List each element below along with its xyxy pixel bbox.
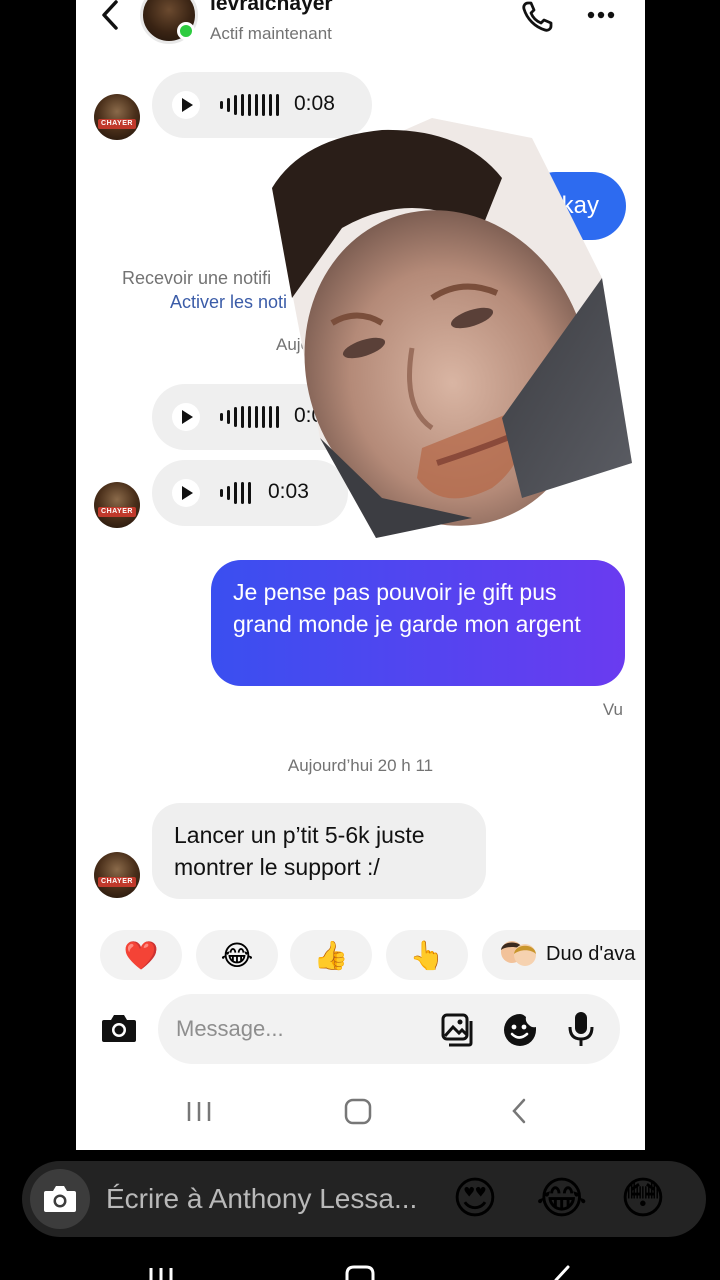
message-composer — [158, 994, 620, 1064]
more-options-icon[interactable] — [584, 4, 618, 26]
thumbs-up-emoji: 👍 — [313, 939, 349, 971]
outer-back-icon[interactable] — [548, 1262, 572, 1280]
back-arrow-icon[interactable] — [96, 0, 126, 32]
heart-eyes-emoji-button[interactable]: 😍 — [452, 1173, 504, 1225]
quick-reactions-row: ❤️ 😂 👍 👆 Duo d'ava — [100, 930, 645, 982]
message-input[interactable] — [176, 1012, 426, 1046]
face-sticker-image — [272, 118, 632, 538]
sender-avatar[interactable]: CHAYER — [94, 852, 140, 898]
sender-avatar[interactable]: CHAYER — [94, 94, 140, 140]
contact-status: Actif maintenant — [210, 24, 332, 43]
camera-icon — [44, 1186, 76, 1212]
outer-home-icon[interactable] — [344, 1262, 376, 1280]
heart-emoji: ❤️ — [123, 939, 159, 971]
pointing-up-emoji: 👆 — [409, 939, 445, 971]
voice-duration: 0:08 — [294, 92, 335, 115]
duo-avatar-label: Duo d'ava — [546, 943, 636, 965]
reaction-thumbs-up[interactable]: 👍 — [290, 930, 372, 980]
seen-indicator: Vu — [602, 700, 623, 719]
reaction-laugh[interactable]: 😂 — [196, 930, 278, 980]
home-icon[interactable] — [342, 1095, 374, 1127]
avatar-badge-text: CHAYER — [98, 507, 136, 517]
avatar-badge-text: CHAYER — [98, 119, 136, 129]
duo-avatar-icon — [501, 941, 536, 966]
play-icon[interactable] — [172, 403, 200, 431]
waveform — [220, 482, 251, 504]
reaction-point-up[interactable]: 👆 — [386, 930, 468, 980]
contact-username[interactable]: levraichayer — [210, 0, 333, 16]
story-reply-bar: Écrire à Anthony Lessa... 😍 😂 😳 — [22, 1161, 706, 1237]
laughing-emoji-button[interactable]: 😂 — [536, 1173, 588, 1225]
play-icon[interactable] — [172, 479, 200, 507]
gallery-icon[interactable] — [440, 1012, 476, 1048]
duo-avatar-button[interactable]: Duo d'ava — [482, 930, 645, 980]
online-indicator — [177, 22, 195, 40]
outer-recent-apps-icon[interactable] — [146, 1262, 176, 1280]
sticker-icon[interactable] — [502, 1012, 538, 1048]
story-reply-input[interactable]: Écrire à Anthony Lessa... — [106, 1183, 417, 1215]
received-message-bubble[interactable]: Lancer un p’tit 5-6k juste montrer le su… — [152, 803, 486, 899]
reply-camera-button[interactable] — [30, 1169, 90, 1229]
sent-message-bubble[interactable]: Je pense pas pouvoir je gift pus grand m… — [211, 560, 625, 686]
reaction-heart[interactable]: ❤️ — [100, 930, 182, 980]
play-icon[interactable] — [172, 91, 200, 119]
nav-back-icon[interactable] — [506, 1095, 532, 1127]
microphone-icon[interactable] — [566, 1010, 596, 1048]
waveform — [220, 406, 279, 428]
camera-icon[interactable] — [100, 1010, 138, 1046]
avatar-badge-text: CHAYER — [98, 877, 136, 887]
flushed-emoji-button[interactable]: 😳 — [620, 1173, 672, 1225]
waveform — [220, 94, 279, 116]
sender-avatar[interactable]: CHAYER — [94, 482, 140, 528]
message-timestamp: Aujourd’hui 20 h 11 — [287, 756, 434, 775]
recent-apps-icon[interactable] — [184, 1095, 214, 1127]
chat-header: levraichayer Actif maintenant — [76, 0, 645, 56]
phone-call-icon[interactable] — [520, 0, 556, 34]
laughing-emoji: 😂 — [220, 939, 254, 971]
